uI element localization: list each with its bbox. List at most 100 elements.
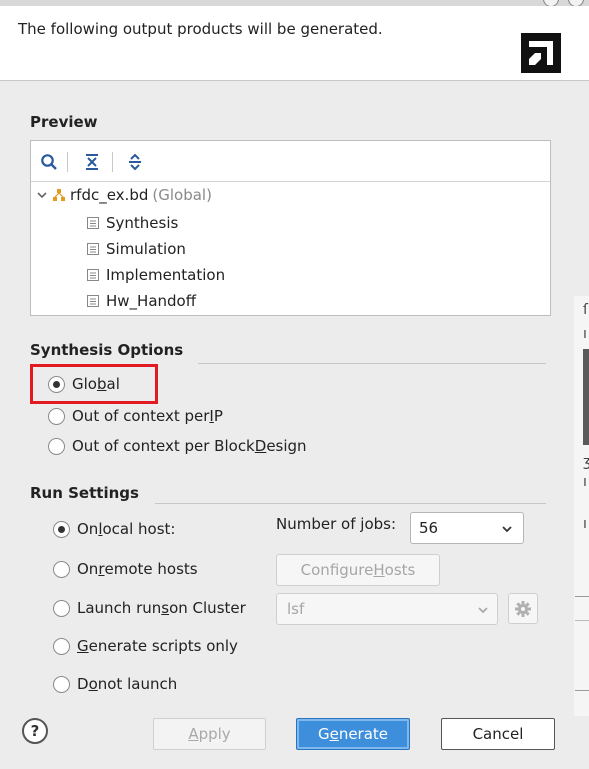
document-icon bbox=[87, 269, 99, 281]
cluster-value: lsf bbox=[287, 600, 305, 618]
tree-leaf-label: Hw_Handoff bbox=[106, 292, 197, 310]
annotation-highlight-box bbox=[30, 364, 158, 404]
option-mnemonic: s bbox=[161, 599, 170, 617]
option-text: D bbox=[77, 675, 89, 693]
tree-leaf-label: Simulation bbox=[106, 240, 186, 258]
synthesis-options-title: Synthesis Options bbox=[30, 341, 184, 359]
tree-leaf[interactable]: Synthesis bbox=[86, 211, 178, 235]
configure-hosts-button[interactable]: Configure Hosts bbox=[276, 554, 440, 586]
button-text: nerate bbox=[338, 725, 389, 743]
label-text: Number of bbox=[276, 515, 361, 533]
preview-panel: rfdc_ex.bd (Global) Synthesis Simulation… bbox=[30, 140, 551, 316]
run-settings-title: Run Settings bbox=[30, 484, 139, 502]
number-of-jobs-select[interactable]: 56 bbox=[410, 512, 524, 544]
option-text: enerate scripts only bbox=[88, 637, 238, 655]
radio-launch-on-cluster[interactable]: Launch run s on Cluster bbox=[53, 596, 246, 620]
number-of-jobs-label: Number of jobs: bbox=[276, 515, 396, 533]
cluster-settings-button[interactable] bbox=[508, 593, 538, 624]
tree-leaf[interactable]: Simulation bbox=[86, 237, 186, 261]
background-window-fragment: ı bbox=[583, 326, 587, 342]
option-text: P bbox=[213, 407, 223, 425]
help-button[interactable]: ? bbox=[22, 718, 48, 744]
radio-out-of-context-per-block-design[interactable]: Out of context per Block Design bbox=[48, 434, 307, 458]
tree-root-scope: (Global) bbox=[152, 186, 212, 204]
button-text: osts bbox=[384, 561, 416, 579]
button-text: Cancel bbox=[472, 725, 524, 743]
cancel-button[interactable]: Cancel bbox=[441, 718, 555, 750]
tree-root-name: rfdc_ex.bd bbox=[70, 186, 149, 204]
background-window-fragment: ı bbox=[583, 474, 587, 490]
background-window-fragment: ſ bbox=[583, 302, 588, 318]
section-divider bbox=[198, 363, 546, 364]
gear-icon bbox=[515, 600, 531, 617]
radio-indicator[interactable] bbox=[48, 407, 65, 425]
tree-root[interactable]: rfdc_ex.bd (Global) bbox=[36, 183, 212, 207]
background-window-dark-block bbox=[583, 349, 589, 445]
button-mnemonic: A bbox=[188, 725, 199, 743]
section-divider bbox=[155, 503, 546, 504]
search-icon[interactable] bbox=[37, 150, 61, 174]
option-text: esign bbox=[266, 437, 307, 455]
option-text: Out of context per bbox=[72, 407, 210, 425]
apply-button[interactable]: Apply bbox=[153, 718, 266, 750]
background-window-line bbox=[575, 620, 589, 621]
radio-indicator[interactable] bbox=[53, 520, 70, 538]
toolbar-separator bbox=[112, 152, 113, 172]
radio-do-not-launch[interactable]: Do not launch bbox=[53, 672, 177, 696]
radio-indicator[interactable] bbox=[53, 560, 70, 578]
button-mnemonic: e bbox=[329, 725, 339, 743]
radio-generate-scripts-only[interactable]: Generate scripts only bbox=[53, 634, 238, 658]
radio-local-host[interactable]: On l ocal host: bbox=[53, 517, 176, 541]
option-mnemonic: G bbox=[77, 637, 89, 655]
button-text: pply bbox=[198, 725, 231, 743]
chevron-down-icon[interactable] bbox=[36, 189, 48, 201]
amd-logo-icon bbox=[521, 33, 561, 73]
tree-leaf-label: Implementation bbox=[106, 266, 226, 284]
option-text: On bbox=[77, 520, 99, 538]
preview-toolbar bbox=[31, 141, 550, 182]
expand-all-icon[interactable] bbox=[123, 150, 147, 174]
chevron-down-icon bbox=[478, 607, 488, 614]
option-text: Launch run bbox=[77, 599, 162, 617]
label-text: obs: bbox=[364, 515, 397, 533]
button-mnemonic: H bbox=[373, 561, 385, 579]
background-window-line bbox=[575, 596, 589, 597]
button-text: G bbox=[317, 725, 330, 743]
radio-indicator[interactable] bbox=[53, 675, 70, 693]
radio-indicator[interactable] bbox=[53, 599, 70, 617]
jobs-value: 56 bbox=[419, 519, 439, 537]
preview-title: Preview bbox=[30, 113, 98, 131]
help-icon: ? bbox=[30, 722, 40, 740]
option-text: emote hosts bbox=[104, 560, 198, 578]
header-divider bbox=[0, 80, 589, 81]
radio-out-of-context-per-ip[interactable]: Out of context per IP bbox=[48, 404, 223, 428]
background-window-fragment: ʒ bbox=[583, 454, 589, 470]
generate-button[interactable]: Ge nerate bbox=[296, 718, 410, 750]
document-icon bbox=[87, 217, 99, 229]
header-message: The following output products will be ge… bbox=[18, 20, 383, 38]
option-text: ocal host: bbox=[102, 520, 176, 538]
option-mnemonic: o bbox=[88, 675, 98, 693]
option-text: not launch bbox=[97, 675, 178, 693]
block-design-icon bbox=[53, 189, 65, 201]
tree-leaf[interactable]: Hw_Handoff bbox=[86, 289, 196, 313]
option-text: On bbox=[77, 560, 99, 578]
document-icon bbox=[87, 295, 99, 307]
tree-leaf-label: Synthesis bbox=[106, 214, 179, 232]
collapse-all-icon[interactable] bbox=[80, 150, 104, 174]
option-text: on Cluster bbox=[169, 599, 246, 617]
tree-leaf[interactable]: Implementation bbox=[86, 263, 225, 287]
document-icon bbox=[87, 243, 99, 255]
cluster-select[interactable]: lsf bbox=[276, 593, 498, 625]
radio-indicator[interactable] bbox=[48, 437, 65, 455]
button-text: Configure bbox=[300, 561, 374, 579]
radio-remote-hosts[interactable]: On r emote hosts bbox=[53, 557, 198, 581]
chevron-down-icon bbox=[502, 526, 512, 533]
dialog-header: The following output products will be ge… bbox=[0, 6, 589, 80]
radio-indicator[interactable] bbox=[53, 637, 70, 655]
option-mnemonic: D bbox=[254, 437, 267, 455]
background-window-line bbox=[575, 690, 589, 691]
toolbar-separator bbox=[67, 152, 68, 172]
background-window-fragment: ı bbox=[583, 516, 587, 532]
option-text: Out of context per Block bbox=[72, 437, 255, 455]
